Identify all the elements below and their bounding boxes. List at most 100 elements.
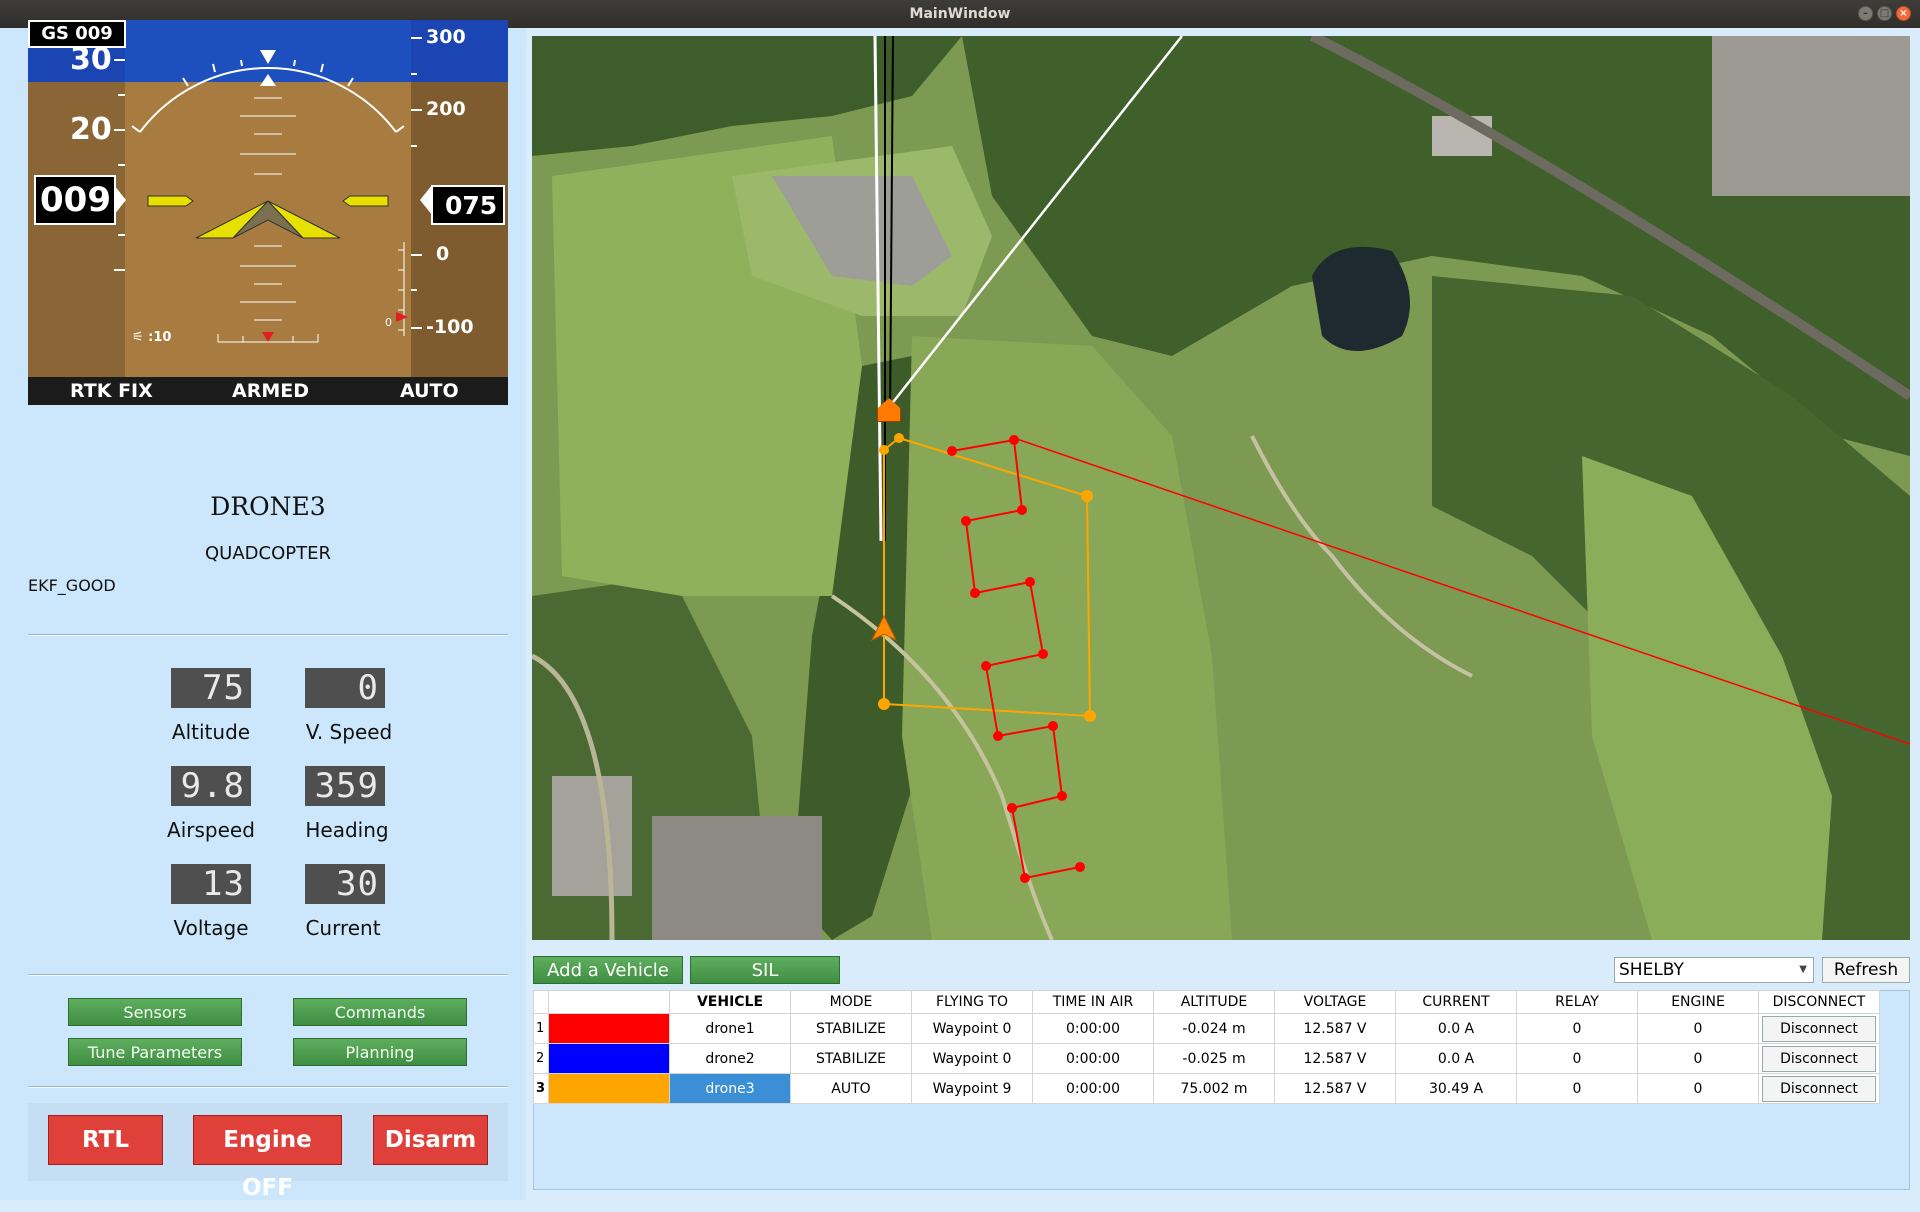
divider [28, 1086, 508, 1088]
vehicle-cell[interactable]: drone3 [669, 1073, 791, 1104]
planning-button[interactable]: Planning [293, 1038, 467, 1066]
flight-mode-status: AUTO [400, 380, 459, 402]
col-header-altitude[interactable]: ALTITUDE [1153, 990, 1275, 1014]
engine-cell: 0 [1637, 1043, 1759, 1074]
current-cell: 0.0 A [1395, 1043, 1517, 1074]
add-vehicle-button[interactable]: Add a Vehicle [533, 956, 683, 984]
current-lcd: 30 [305, 864, 385, 904]
col-header-mode[interactable]: MODE [790, 990, 912, 1014]
alt-tick-neg100: -100 [426, 316, 474, 338]
minimize-icon[interactable]: – [1858, 6, 1873, 21]
satellite-indicator: ⚟ :10 [132, 330, 172, 345]
maximize-icon[interactable]: □ [1877, 6, 1892, 21]
col-header-disconnect[interactable]: DISCONNECT [1758, 990, 1880, 1014]
time-cell: 0:00:00 [1032, 1043, 1154, 1074]
col-header-flying-to[interactable]: FLYING TO [911, 990, 1033, 1014]
disconnect-cell: Disconnect [1758, 1043, 1880, 1074]
altitude-value: 075 [445, 191, 498, 220]
table-row[interactable]: 3 drone3 AUTO Waypoint 9 0:00:00 75.002 … [533, 1073, 1880, 1104]
voltage-label: Voltage [173, 916, 249, 940]
engine-off-button[interactable]: Engine OFF [193, 1115, 342, 1201]
voltage-lcd: 13 [171, 864, 251, 904]
vehicle-table: VEHICLE MODE FLYING TO TIME IN AIR ALTIT… [533, 990, 1880, 1104]
current-cell: 0.0 A [1395, 1013, 1517, 1044]
mode-cell: AUTO [790, 1073, 912, 1104]
row-number: 2 [533, 1043, 549, 1074]
flying-to-cell: Waypoint 0 [911, 1013, 1033, 1044]
altitude-cell: 75.002 m [1153, 1073, 1275, 1104]
speed-value: 009 [40, 180, 111, 220]
engine-cell: 0 [1637, 1013, 1759, 1044]
heading-label: Heading [305, 818, 389, 842]
disarm-button[interactable]: Disarm [373, 1115, 488, 1165]
voltage-cell: 12.587 V [1274, 1073, 1396, 1104]
engine-cell: 0 [1637, 1073, 1759, 1104]
col-header-relay[interactable]: RELAY [1516, 990, 1638, 1014]
current-cell: 30.49 A [1395, 1073, 1517, 1104]
speed-tick-30: 30 [70, 42, 112, 77]
voltage-cell: 12.587 V [1274, 1013, 1396, 1044]
relay-cell: 0 [1516, 1013, 1638, 1044]
disconnect-button[interactable]: Disconnect [1762, 1015, 1876, 1042]
altitude-lcd: 75 [171, 668, 251, 708]
commands-button[interactable]: Commands [293, 998, 467, 1026]
vehicle-type: QUADCOPTER [205, 543, 331, 564]
satellite-count: 10 [153, 330, 172, 345]
disconnect-button[interactable]: Disconnect [1762, 1075, 1876, 1102]
speed-tick-20: 20 [70, 112, 112, 147]
altitude-readout: 075 [431, 185, 505, 225]
altitude-cell: -0.024 m [1153, 1013, 1275, 1044]
col-header-current[interactable]: CURRENT [1395, 990, 1517, 1014]
window-title: MainWindow [909, 6, 1011, 22]
row-number: 3 [533, 1073, 549, 1104]
refresh-button[interactable]: Refresh [1822, 957, 1910, 983]
close-icon[interactable]: × [1896, 6, 1911, 21]
tune-parameters-button[interactable]: Tune Parameters [68, 1038, 242, 1066]
flying-to-cell: Waypoint 0 [911, 1043, 1033, 1074]
arm-status: ARMED [232, 380, 309, 402]
vehicle-name: DRONE3 [210, 492, 326, 521]
satellite-icon: ⚟ [132, 330, 144, 345]
vehicle-cell[interactable]: drone2 [669, 1043, 791, 1074]
pfd-status-bar: RTK FIX ARMED AUTO [28, 377, 508, 405]
table-row[interactable]: 2 drone2 STABILIZE Waypoint 0 0:00:00 -0… [533, 1043, 1880, 1074]
disconnect-cell: Disconnect [1758, 1073, 1880, 1104]
rtl-button[interactable]: RTL [48, 1115, 163, 1165]
location-select[interactable]: SHELBY ▼ [1614, 957, 1814, 983]
mode-cell: STABILIZE [790, 1013, 912, 1044]
gps-status: RTK FIX [70, 380, 153, 402]
row-number: 1 [533, 1013, 549, 1044]
mode-cell: STABILIZE [790, 1043, 912, 1074]
col-header-voltage[interactable]: VOLTAGE [1274, 990, 1396, 1014]
disconnect-button[interactable]: Disconnect [1762, 1045, 1876, 1072]
time-cell: 0:00:00 [1032, 1013, 1154, 1044]
location-value: SHELBY [1619, 960, 1684, 980]
divider [28, 634, 508, 636]
sensors-button[interactable]: Sensors [68, 998, 242, 1026]
airspeed-label: Airspeed [167, 818, 255, 842]
heading-lcd: 359 [305, 766, 385, 806]
table-header-row: VEHICLE MODE FLYING TO TIME IN AIR ALTIT… [533, 990, 1880, 1014]
col-header-vehicle[interactable]: VEHICLE [669, 990, 791, 1014]
table-row[interactable]: 1 drone1 STABILIZE Waypoint 0 0:00:00 -0… [533, 1013, 1880, 1044]
alt-tick-0: 0 [436, 243, 450, 265]
vehicle-color-swatch [548, 1043, 670, 1074]
vehicle-color-swatch [548, 1073, 670, 1104]
time-cell: 0:00:00 [1032, 1073, 1154, 1104]
flying-to-cell: Waypoint 9 [911, 1073, 1033, 1104]
voltage-cell: 12.587 V [1274, 1043, 1396, 1074]
sil-button[interactable]: SIL [690, 956, 840, 984]
col-header-time[interactable]: TIME IN AIR [1032, 990, 1154, 1014]
primary-flight-display: GS 009 30 20 009 300 200 0 -100 075 ⚟ :1… [28, 20, 508, 377]
vehicle-color-swatch [548, 1013, 670, 1044]
alt-tick-300: 300 [426, 26, 466, 48]
vehicle-cell[interactable]: drone1 [669, 1013, 791, 1044]
disconnect-cell: Disconnect [1758, 1013, 1880, 1044]
satellite-map[interactable] [532, 36, 1910, 940]
relay-cell: 0 [1516, 1043, 1638, 1074]
col-header-engine[interactable]: ENGINE [1637, 990, 1759, 1014]
vspeed-readout: 0 [385, 316, 392, 329]
altitude-cell: -0.025 m [1153, 1043, 1275, 1074]
current-label: Current [305, 916, 381, 940]
vspeed-lcd: 0 [305, 668, 385, 708]
